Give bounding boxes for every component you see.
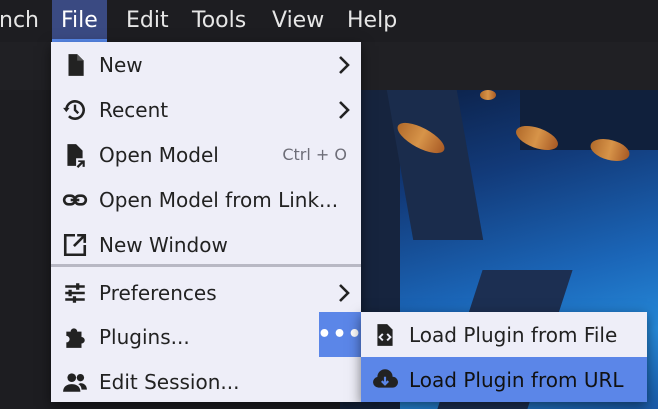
- menubar-app-title[interactable]: nch: [0, 0, 48, 42]
- menu-item-label: Load Plugin from URL: [409, 367, 624, 392]
- file-menu: New Recent Open Model Ctrl + O Open Mode…: [51, 42, 362, 404]
- menu-item-preferences[interactable]: Preferences: [51, 270, 361, 315]
- menu-item-label: Open Model: [99, 142, 219, 167]
- menubar-file[interactable]: File: [52, 0, 107, 42]
- menu-separator: [51, 264, 361, 267]
- users-icon: [51, 369, 99, 395]
- menu-item-label: New: [99, 52, 143, 77]
- menu-item-open-from-link[interactable]: Open Model from Link...: [51, 177, 361, 222]
- menu-item-label: Load Plugin from File: [409, 322, 618, 347]
- menu-item-new[interactable]: New: [51, 42, 361, 87]
- chevron-right-icon: [327, 100, 361, 120]
- scene-rock: [386, 90, 484, 240]
- menu-item-new-window[interactable]: New Window: [51, 222, 361, 267]
- menubar-view[interactable]: View: [263, 0, 333, 42]
- plugins-submenu: Load Plugin from File Load Plugin from U…: [361, 312, 647, 402]
- chevron-right-icon: [327, 55, 361, 75]
- menu-item-label: Open Model from Link...: [99, 187, 339, 212]
- menu-item-open-model[interactable]: Open Model Ctrl + O: [51, 132, 361, 177]
- menu-item-label: Preferences: [99, 280, 217, 305]
- sliders-icon: [51, 280, 99, 306]
- menu-item-plugins[interactable]: Plugins...: [51, 314, 361, 359]
- scene-fish: [480, 90, 496, 100]
- menubar-tools[interactable]: Tools: [183, 0, 255, 42]
- menu-item-label: Edit Session...: [99, 369, 240, 394]
- menu-item-load-plugin-url[interactable]: Load Plugin from URL: [361, 357, 647, 402]
- menubar: nch File Edit Tools View Help: [0, 0, 658, 42]
- menu-item-load-plugin-file[interactable]: Load Plugin from File: [361, 312, 647, 357]
- cloud-download-icon: [361, 367, 409, 393]
- link-icon: [51, 187, 99, 213]
- menu-item-edit-session[interactable]: Edit Session...: [51, 359, 361, 404]
- file-icon: [51, 52, 99, 78]
- menu-item-label: Recent: [99, 97, 169, 122]
- menubar-help[interactable]: Help: [338, 0, 406, 42]
- keyboard-shortcut: Ctrl + O: [282, 145, 347, 164]
- file-code-icon: [361, 322, 409, 348]
- plugins-more-button[interactable]: •••: [317, 312, 362, 357]
- menu-item-label: New Window: [99, 232, 228, 257]
- menu-item-recent[interactable]: Recent: [51, 87, 361, 132]
- history-icon: [51, 97, 99, 123]
- new-window-icon: [51, 232, 99, 258]
- chevron-right-icon: [327, 283, 361, 303]
- menubar-edit[interactable]: Edit: [117, 0, 178, 42]
- puzzle-icon: [51, 324, 99, 350]
- open-file-icon: [51, 142, 99, 168]
